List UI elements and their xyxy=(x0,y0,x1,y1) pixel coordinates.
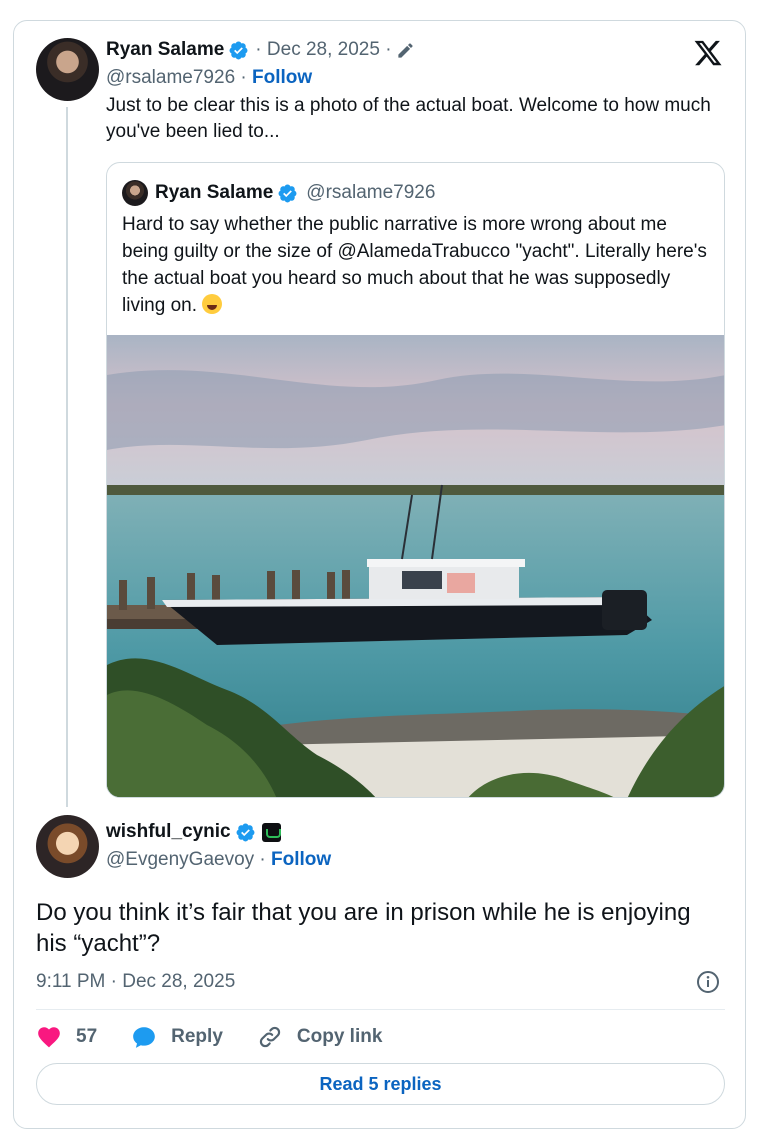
reply-bubble-icon xyxy=(133,1027,155,1048)
parent-handle-row: @rsalame7926 · Follow xyxy=(106,67,312,89)
copy-link-button[interactable]: Copy link xyxy=(257,1024,383,1050)
parent-tweet-text: Just to be clear this is a photo of the … xyxy=(106,95,711,142)
reply-handle[interactable]: @EvgenyGaevoy xyxy=(106,849,254,870)
parent-header: Ryan Salame · Dec 28, 2025 · xyxy=(106,39,415,61)
quoted-tweet[interactable]: Ryan Salame @rsalame7926 Hard to say whe… xyxy=(106,162,725,798)
link-icon xyxy=(259,1026,281,1048)
quote-author-name: Ryan Salame xyxy=(155,182,274,203)
reply-label: Reply xyxy=(171,1026,223,1047)
reply-header: wishful_cynic xyxy=(106,821,281,843)
info-icon[interactable] xyxy=(696,970,720,994)
parent-author-name[interactable]: Ryan Salame xyxy=(106,39,224,61)
reply-handle-row: @EvgenyGaevoy · Follow xyxy=(106,849,331,871)
x-logo-icon[interactable] xyxy=(693,38,723,68)
affiliate-badge-icon xyxy=(261,822,281,842)
follow-button[interactable]: Follow xyxy=(252,67,312,88)
separator-dot: · xyxy=(240,67,247,88)
action-bar: 57 Reply Copy link xyxy=(36,1024,416,1050)
reply-author-name[interactable]: wishful_cynic xyxy=(106,821,231,843)
reply-button[interactable]: Reply xyxy=(131,1024,223,1050)
verified-icon xyxy=(278,184,297,202)
follow-button[interactable]: Follow xyxy=(271,849,331,870)
thread-line xyxy=(66,107,68,807)
reply-timestamp[interactable]: 9:11 PM · Dec 28, 2025 xyxy=(36,971,235,993)
read-replies-button[interactable]: Read 5 replies xyxy=(36,1063,725,1105)
reply-avatar[interactable] xyxy=(36,815,99,878)
like-button[interactable]: 57 xyxy=(36,1024,97,1050)
copy-link-label: Copy link xyxy=(296,1026,383,1047)
divider xyxy=(36,1009,725,1010)
verified-icon xyxy=(229,41,248,59)
quote-handle: @rsalame7926 xyxy=(306,182,436,203)
laughing-crying-emoji-icon xyxy=(202,294,223,314)
like-count: 57 xyxy=(76,1026,98,1047)
quote-avatar xyxy=(122,180,148,206)
parent-avatar[interactable] xyxy=(36,38,99,101)
verified-icon xyxy=(236,823,255,841)
separator-dot: · xyxy=(259,849,266,870)
reply-tweet-text: Do you think it’s fair that you are in p… xyxy=(36,899,691,957)
quote-tweet-text: Hard to say whether the public narrative… xyxy=(122,211,714,319)
heart-icon xyxy=(38,1027,60,1048)
parent-date[interactable]: · Dec 28, 2025 · xyxy=(255,39,391,61)
parent-handle[interactable]: @rsalame7926 xyxy=(106,67,235,88)
quote-header: Ryan Salame @rsalame7926 xyxy=(122,180,435,206)
pencil-icon xyxy=(397,42,413,58)
tweet-card: Ryan Salame · Dec 28, 2025 · @rsalame792… xyxy=(13,20,746,1129)
boat-photo[interactable] xyxy=(107,335,725,798)
